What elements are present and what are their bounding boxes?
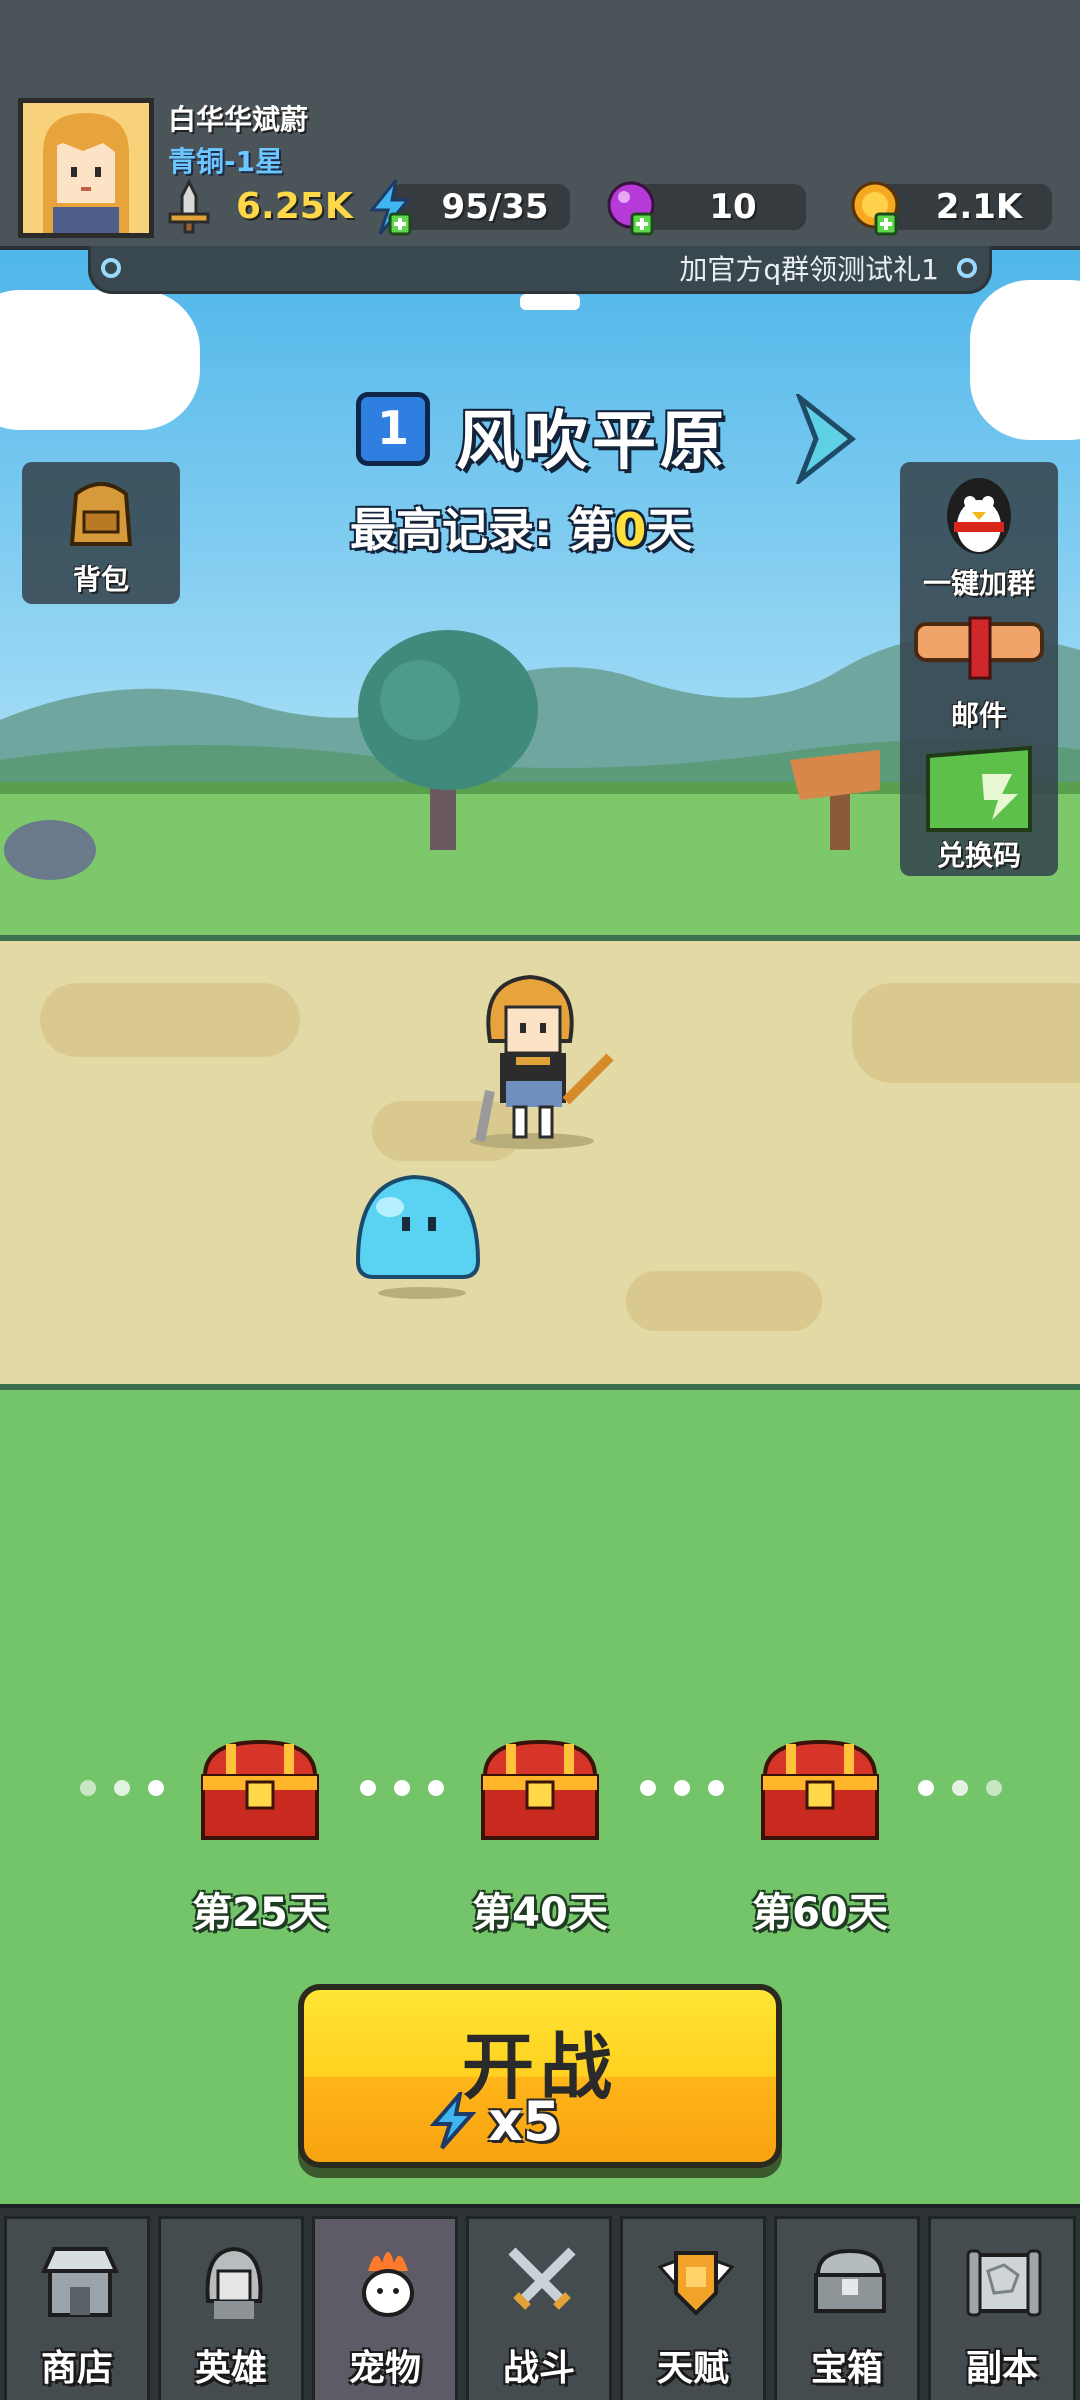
treasure-chest-icon [761,1739,879,1840]
gold-value: 2.1K [935,187,1023,227]
milestone-label: 第60天 [752,1890,888,1936]
gold-add-icon[interactable] [848,178,906,236]
progress-dot [708,1780,724,1796]
cloud [30,340,150,420]
stage-number-badge: 1 [356,392,430,466]
milestone-chest-40[interactable]: 第40天 [470,1730,610,1936]
nav-dungeon-label: 副本 [965,2348,1038,2389]
redeem-ticket-icon [926,745,1032,832]
nav-dungeon[interactable]: 副本 [928,2216,1076,2400]
hero-icon [205,2246,263,2319]
notice-ticker[interactable]: 加官方q群领测试礼1 [88,246,992,294]
join-group-label: 一键加群 [922,567,1035,600]
nav-hero-label: 英雄 [194,2348,267,2389]
stage-name: 风吹平原 [456,405,728,479]
cloud [520,294,580,310]
milestone-chest-25[interactable]: 第25天 [190,1730,330,1936]
mail-scroll-icon [914,616,1044,680]
redeem-code-button[interactable]: 兑换码 [900,734,1058,874]
battle-icon [508,2247,576,2310]
notice-right-dot [957,258,977,278]
notice-left-dot [101,258,121,278]
nav-battle-label: 战斗 [502,2348,575,2389]
milestone-label: 第40天 [472,1890,608,1936]
road-patch [626,1271,822,1331]
hero-portrait-icon [23,103,149,233]
gem-add-icon[interactable] [604,178,662,236]
milestone-chest-60[interactable]: 第60天 [750,1730,890,1936]
bag-label: 背包 [72,563,129,596]
progress-dot [986,1780,1002,1796]
milestone-rewards: 第25天 第40天 第60天 [0,1730,1080,1936]
right-side-menu: 一键加群 邮件 兑换码 [900,462,1058,876]
pet-icon [362,2252,414,2317]
mail-label: 邮件 [950,699,1007,732]
battle-road [0,935,1080,1390]
progress-dot [640,1780,656,1796]
progress-dot [114,1780,130,1796]
treasure-chest-icon [201,1739,319,1840]
nav-shop[interactable]: 商店 [4,2216,150,2400]
shop-icon [40,2247,120,2317]
progress-dot [674,1780,690,1796]
mail-button[interactable]: 邮件 [900,602,1058,732]
cloud [970,280,1080,440]
record-suffix: 天 [646,503,693,557]
progress-dot [394,1780,410,1796]
start-energy-cost: x5 [488,2090,561,2153]
next-stage-arrow-icon[interactable] [794,394,858,484]
talent-icon [657,2251,735,2316]
energy-bolt-icon [429,2092,477,2150]
hero-character [470,974,614,1149]
top-status-bar: 白华华斌蔚 青铜-1星 6.25K 95/35 10 2.1K [0,0,1080,250]
record-prefix: 最高记录: 第 [350,503,615,557]
nav-chest-label: 宝箱 [810,2348,883,2389]
road-patch [40,983,300,1057]
progress-dot [80,1780,96,1796]
progress-dot [918,1780,934,1796]
player-rank: 青铜-1星 [168,145,284,178]
nav-battle[interactable]: 战斗 [466,2216,612,2400]
milestone-label: 第25天 [192,1890,328,1936]
progress-dot [360,1780,376,1796]
dungeon-icon [966,2249,1042,2317]
player-name: 白华华斌蔚 [168,103,309,136]
nav-pet[interactable]: 宠物 [312,2216,458,2400]
nav-talent[interactable]: 天赋 [620,2216,766,2400]
best-record: 最高记录: 第0天 [350,494,692,560]
nav-hero[interactable]: 英雄 [158,2216,304,2400]
start-battle-button[interactable]: 开战 x5 [298,1984,782,2168]
bottom-navigation: 商店 英雄 宠物 战斗 天赋 宝箱 副本 [0,2204,1080,2400]
energy-value: 95/35 [441,187,549,227]
bag-button[interactable]: 背包 [22,462,180,604]
nav-pet-label: 宠物 [348,2348,421,2389]
stage-scene: 1 风吹平原 最高记录: 第0天 背包 一键加群 邮件 兑换码 [0,250,1080,940]
notice-text: 加官方q群领测试礼1 [679,253,939,286]
backpack-icon [69,482,133,546]
combat-power-icon [168,178,210,234]
nav-chest[interactable]: 宝箱 [774,2216,920,2400]
chest-icon [814,2248,886,2313]
progress-dot [428,1780,444,1796]
player-avatar[interactable] [18,98,154,238]
progress-dot [952,1780,968,1796]
gem-value: 10 [709,187,757,227]
join-group-button[interactable]: 一键加群 [900,462,1058,600]
redeem-label: 兑换码 [936,839,1021,872]
slime-enemy [355,1174,481,1299]
energy-add-icon[interactable] [362,178,420,236]
combat-power-value: 6.25K [236,186,353,227]
nav-shop-label: 商店 [40,2348,113,2389]
penguin-icon [947,478,1011,554]
treasure-chest-icon [481,1739,599,1840]
record-day-value: 0 [614,503,647,557]
nav-talent-label: 天赋 [656,2348,729,2389]
road-patch [852,983,1080,1083]
progress-dot [148,1780,164,1796]
